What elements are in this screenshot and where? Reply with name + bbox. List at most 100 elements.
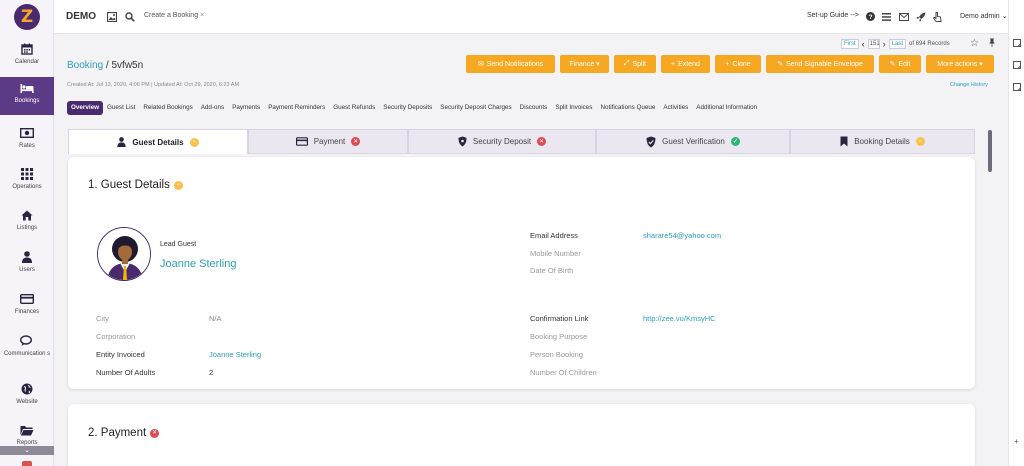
image-icon[interactable] — [106, 11, 117, 22]
subtab-discounts[interactable]: Discounts — [516, 101, 552, 115]
app-logo[interactable]: Z — [14, 4, 40, 30]
warning-status-icon: − — [189, 137, 199, 147]
chevron-down-icon: ⌄ — [24, 447, 30, 454]
sidebar-item-website[interactable]: Website — [0, 378, 54, 418]
tab-guest-verification[interactable]: Guest Verification ✓ — [596, 129, 790, 154]
tab-label: Booking Details — [854, 137, 910, 146]
send-notifications-button[interactable]: ✉ Send Notifications — [466, 55, 555, 73]
brand-title: DEMO — [66, 11, 96, 22]
field-label-children: Number Of Children — [530, 368, 597, 377]
sidebar-scroll-down[interactable]: ⌄ — [0, 446, 54, 455]
more-actions-button[interactable]: More actions ▾ — [926, 55, 994, 73]
sidebar-item-listings[interactable]: Listings — [0, 204, 54, 244]
star-icon[interactable]: ☆ — [970, 38, 979, 49]
close-icon[interactable]: × — [200, 12, 204, 19]
tab-label: Guest Details — [132, 137, 184, 147]
pager-last-button[interactable]: Last — [888, 39, 907, 49]
tab-payment[interactable]: Payment × — [248, 129, 408, 154]
split-button[interactable]: ⤢ Split — [614, 55, 656, 73]
edit-button[interactable]: ✎ Edit — [879, 55, 921, 73]
entity-invoiced-link[interactable]: Joanne Sterling — [209, 350, 261, 359]
mail-icon[interactable] — [898, 11, 909, 22]
rocket-icon[interactable] — [915, 11, 926, 22]
help-icon[interactable]: ? — [865, 11, 876, 22]
tab-label: Security Deposit — [472, 137, 532, 146]
split-icon: ⤢ — [623, 60, 630, 67]
tab-booking-details[interactable]: Booking Details − — [790, 129, 975, 154]
subtab-activities[interactable]: Activities — [659, 101, 692, 115]
subtab-overview[interactable]: Overview — [67, 101, 104, 115]
chevron-down-icon: ⌄ — [1001, 13, 1008, 20]
note-icon[interactable] — [1012, 60, 1021, 69]
sidebar-item-label: Users — [19, 267, 35, 273]
pointer-icon[interactable] — [932, 11, 943, 22]
section-title-guest-details: 1. Guest Details − — [88, 179, 183, 191]
breadcrumb-separator: / — [105, 60, 109, 71]
pager-current-input[interactable]: 151 — [867, 39, 880, 49]
field-label-booking-purpose: Booking Purpose — [530, 332, 588, 341]
tab-label: Payment — [313, 137, 346, 146]
sidebar-item-users[interactable]: Users — [0, 246, 54, 286]
grid-icon — [19, 167, 35, 181]
search-icon[interactable] — [124, 11, 135, 22]
setup-guide-link[interactable]: Set-up Guide --> — [807, 12, 859, 19]
send-signable-envelope-button[interactable]: ✎ Send Signable Envelope — [766, 55, 874, 73]
subtab-security-deposit-charges[interactable]: Security Deposit Charges — [436, 101, 515, 115]
finance-dropdown-button[interactable]: Finance ▾ — [560, 55, 609, 73]
tab-security-deposit[interactable]: Security Deposit × — [408, 129, 596, 154]
field-value-city: N/A — [209, 314, 222, 323]
field-label-adults: Number Of Adults — [96, 368, 156, 377]
subtab-split-invoices[interactable]: Split Invoices — [551, 101, 596, 115]
breadcrumb-parent-link[interactable]: Booking — [67, 60, 103, 71]
sidebar-item-rates[interactable]: Rates — [0, 122, 54, 162]
section-title-payment: 2. Payment × — [88, 427, 160, 439]
chevron-left-icon[interactable]: ‹ — [862, 39, 865, 49]
section-title-text: 1. Guest Details — [88, 179, 170, 191]
field-value-adults: 2 — [209, 368, 214, 377]
warning-status-icon: − — [173, 180, 183, 190]
sidebar-item-label: Website — [16, 399, 38, 405]
confirmation-link[interactable]: http://zee.vu/KmsyHC — [643, 314, 716, 323]
field-label-person-booking: Person Booking — [530, 350, 583, 359]
change-history-link[interactable]: Change History — [950, 82, 988, 88]
chevron-right-icon[interactable]: › — [883, 39, 886, 49]
menu-icon[interactable] — [881, 11, 892, 22]
tab-create-booking[interactable]: Create a Booking × — [144, 12, 204, 19]
pin-icon[interactable] — [988, 38, 996, 49]
note-icon[interactable] — [1012, 38, 1021, 47]
subtab-additional-information[interactable]: Additional Information — [692, 101, 761, 115]
subtab-notifications-queue[interactable]: Notifications Queue — [596, 101, 659, 115]
error-status-icon: × — [351, 137, 361, 146]
action-label: Finance ▾ — [569, 61, 600, 68]
clone-button[interactable]: + Clone — [715, 55, 761, 73]
sidebar-item-calendar[interactable]: Calendar — [0, 38, 54, 78]
subtab-guest-refunds[interactable]: Guest Refunds — [329, 101, 379, 115]
subtab-payment-reminders[interactable]: Payment Reminders — [264, 101, 329, 115]
lead-guest-name-link[interactable]: Joanne Sterling — [160, 258, 236, 270]
sidebar-item-finances[interactable]: Finances — [0, 288, 54, 328]
extend-button[interactable]: + Extend — [661, 55, 710, 73]
note-icon[interactable] — [1012, 82, 1021, 91]
breadcrumb: Booking / 5vfw5n — [67, 60, 143, 71]
content-scrollbar[interactable] — [988, 130, 992, 172]
verified-shield-icon — [646, 136, 656, 148]
subtab-guest-list[interactable]: Guest List — [103, 101, 139, 115]
tab-guest-details[interactable]: Guest Details − — [68, 129, 248, 154]
action-label: Clone — [732, 60, 751, 68]
subtab-security-deposits[interactable]: Security Deposits — [379, 101, 436, 115]
subtab-related-bookings[interactable]: Related Bookings — [139, 101, 196, 115]
email-link[interactable]: sharare54@yahoo.com — [643, 231, 721, 240]
subtab-add-ons[interactable]: Add-ons — [197, 101, 228, 115]
sidebar-item-communications[interactable]: Communication s — [0, 330, 54, 370]
section-title-text: 2. Payment — [88, 427, 147, 439]
subtab-payments[interactable]: Payments — [228, 101, 264, 115]
error-status-icon: × — [150, 428, 160, 438]
plus-icon[interactable]: + — [1012, 437, 1021, 446]
sidebar-item-bookings[interactable]: Bookings — [0, 77, 54, 115]
pager-first-button[interactable]: First — [841, 39, 859, 49]
sidebar-item-operations[interactable]: Operations — [0, 163, 54, 203]
user-menu[interactable]: Demo admin ⌄ — [960, 12, 1008, 20]
edit-icon: ✎ — [889, 61, 896, 68]
field-label-confirmation-link: Confirmation Link — [530, 314, 589, 323]
user-icon — [19, 250, 35, 264]
